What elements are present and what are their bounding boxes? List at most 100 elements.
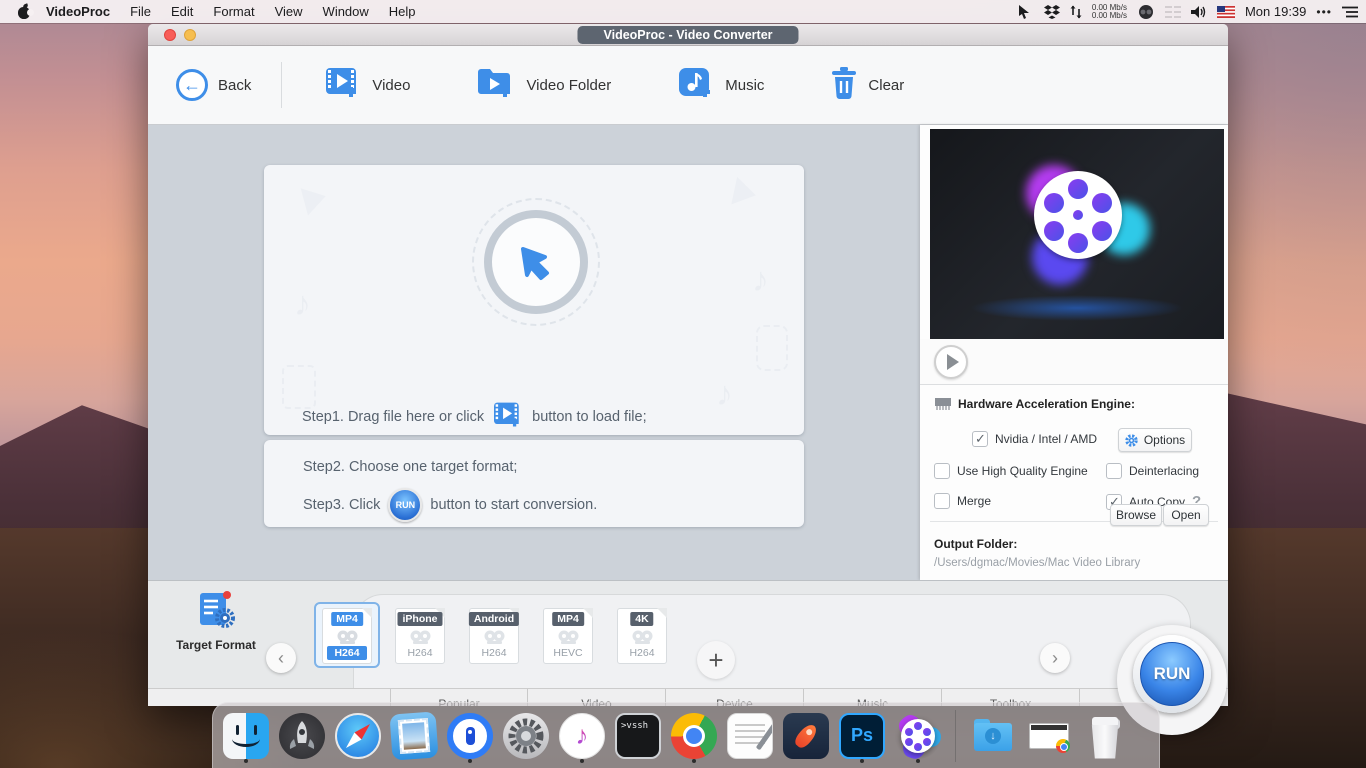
dark-app-status-icon[interactable] [1137,2,1155,22]
film-reel-icon [631,630,653,646]
notification-center-icon[interactable] [1342,2,1358,22]
video-preview[interactable] [930,129,1224,339]
browse-button[interactable]: Browse [1110,504,1162,526]
dock-textedit-icon[interactable] [725,709,775,763]
format-bar: Target Format ‹ MP4 H264 iPhone H264 [148,580,1228,688]
step1-instruction: Step1. Drag file here or click button to… [302,401,647,433]
step1-video-icon [492,401,524,433]
dock-launchpad-icon[interactable] [277,709,327,763]
running-indicator [244,759,248,763]
format-name-badge: Android [469,612,519,626]
high-quality-checkbox[interactable] [934,463,950,479]
dock-finder-icon[interactable] [221,709,271,763]
add-music-icon [677,66,715,105]
format-chip-4k-h264[interactable]: 4K H264 [617,608,667,664]
add-video-folder-button[interactable]: Video Folder [476,66,611,105]
close-window-button[interactable] [164,29,176,41]
merge-checkbox[interactable] [934,493,950,509]
dock-downloads-folder-icon[interactable]: ↓ [968,709,1018,763]
main-toolbar: ← Back Video Vid [148,46,1228,125]
play-icon [947,354,959,370]
menu-bar: VideoProc File Edit Format View Window H… [0,0,1366,23]
content-area: ♪ ♪ ♪ Step1. Drag file here or click [148,125,1228,580]
dock-mail-icon[interactable] [389,709,439,763]
watermark-music-note-icon: ♪ [752,261,769,300]
active-app-menu[interactable]: VideoProc [36,4,120,19]
play-button[interactable] [934,345,968,379]
format-chip-android-h264[interactable]: Android H264 [469,608,519,664]
side-panel: Hardware Acceleration Engine: Nvidia / I… [920,125,1228,580]
apple-menu-icon[interactable] [16,4,32,20]
deinterlacing-label: Deinterlacing [1129,464,1199,478]
format-chip-mp4-hevc[interactable]: MP4 HEVC [543,608,593,664]
scroll-formats-right-button[interactable]: › [1040,643,1070,673]
add-music-button[interactable]: Music [677,66,764,105]
deinterlacing-checkbox-row[interactable]: Deinterlacing [1106,463,1199,479]
dock-terminal-icon[interactable]: >vssh [613,709,663,763]
dropbox-icon[interactable] [1044,2,1060,22]
menu-file[interactable]: File [120,4,161,19]
deinterlacing-checkbox[interactable] [1106,463,1122,479]
format-codec-label: HEVC [544,647,592,659]
options-button[interactable]: Options [1118,428,1192,452]
watermark-play-icon [731,177,758,209]
dock-videoproc-icon[interactable] [893,709,943,763]
open-button[interactable]: Open [1163,504,1209,526]
gpu-checkbox[interactable] [972,431,988,447]
dock-photoshop-icon[interactable]: Ps [837,709,887,763]
dock-window-stack-icon[interactable] [1024,709,1074,763]
cursor-tool-icon[interactable] [1018,2,1034,22]
add-video-folder-label: Video Folder [526,77,611,94]
menu-format[interactable]: Format [203,4,264,19]
target-format-block[interactable]: Target Format [158,589,274,652]
step1-text-prefix: Step1. Drag file here or click [302,409,484,425]
menu-help[interactable]: Help [379,4,426,19]
clear-button[interactable]: Clear [830,67,904,104]
chevron-right-icon: › [1052,648,1058,669]
minimize-window-button[interactable] [184,29,196,41]
menu-view[interactable]: View [265,4,313,19]
dock-1password-icon[interactable] [445,709,495,763]
format-name-badge: MP4 [331,612,363,626]
format-chip-mp4-h264[interactable]: MP4 H264 [322,608,372,664]
drop-zone-panel[interactable]: ♪ ♪ ♪ Step1. Drag file here or click [264,165,804,435]
target-format-label: Target Format [158,638,274,652]
dock-safari-icon[interactable] [333,709,383,763]
dock-chrome-icon[interactable] [669,709,719,763]
dock-trash-icon[interactable] [1080,709,1130,763]
format-chip-iphone-h264[interactable]: iPhone H264 [395,608,445,664]
merge-checkbox-row[interactable]: Merge [934,493,991,509]
menu-edit[interactable]: Edit [161,4,203,19]
format-name-badge: iPhone [397,612,442,626]
plus-icon: + [708,645,723,676]
sync-arrows-icon[interactable] [1070,2,1082,22]
menu-overflow-dots[interactable]: ••• [1316,5,1332,19]
scroll-formats-left-button[interactable]: ‹ [266,643,296,673]
back-button[interactable]: ← Back [176,69,251,101]
add-format-button[interactable]: + [697,641,735,679]
dock-rocket-app-icon[interactable] [781,709,831,763]
high-quality-label: Use High Quality Engine [957,464,1088,478]
network-speed-indicator[interactable]: 0.00 Mb/s 0.00 Mb/s [1092,4,1127,20]
inactive-bars-icon[interactable] [1165,2,1181,22]
videoproc-window: VideoProc - Video Converter ← Back Video [148,24,1228,706]
gpu-checkbox-label: Nvidia / Intel / AMD [995,432,1097,446]
drop-target-ring[interactable] [484,210,588,314]
browse-label: Browse [1116,508,1156,522]
dock-system-preferences-icon[interactable] [501,709,551,763]
high-quality-checkbox-row[interactable]: Use High Quality Engine [934,463,1088,479]
page-fold [657,608,667,618]
clear-label: Clear [868,77,904,94]
input-language-flag-icon[interactable] [1217,2,1235,22]
back-label: Back [218,77,251,94]
add-video-button[interactable]: Video [324,66,410,105]
window-titlebar[interactable]: VideoProc - Video Converter [148,24,1228,46]
watermark-music-note-icon: ♪ [716,375,733,414]
menu-window[interactable]: Window [313,4,379,19]
gpu-checkbox-row[interactable]: Nvidia / Intel / AMD [972,431,1097,447]
download-speed: 0.00 Mb/s [1092,11,1127,20]
format-codec-label: H264 [396,647,444,659]
dock-itunes-icon[interactable]: ♪ [557,709,607,763]
menu-bar-clock[interactable]: Mon 19:39 [1245,4,1306,19]
volume-icon[interactable] [1191,2,1207,22]
